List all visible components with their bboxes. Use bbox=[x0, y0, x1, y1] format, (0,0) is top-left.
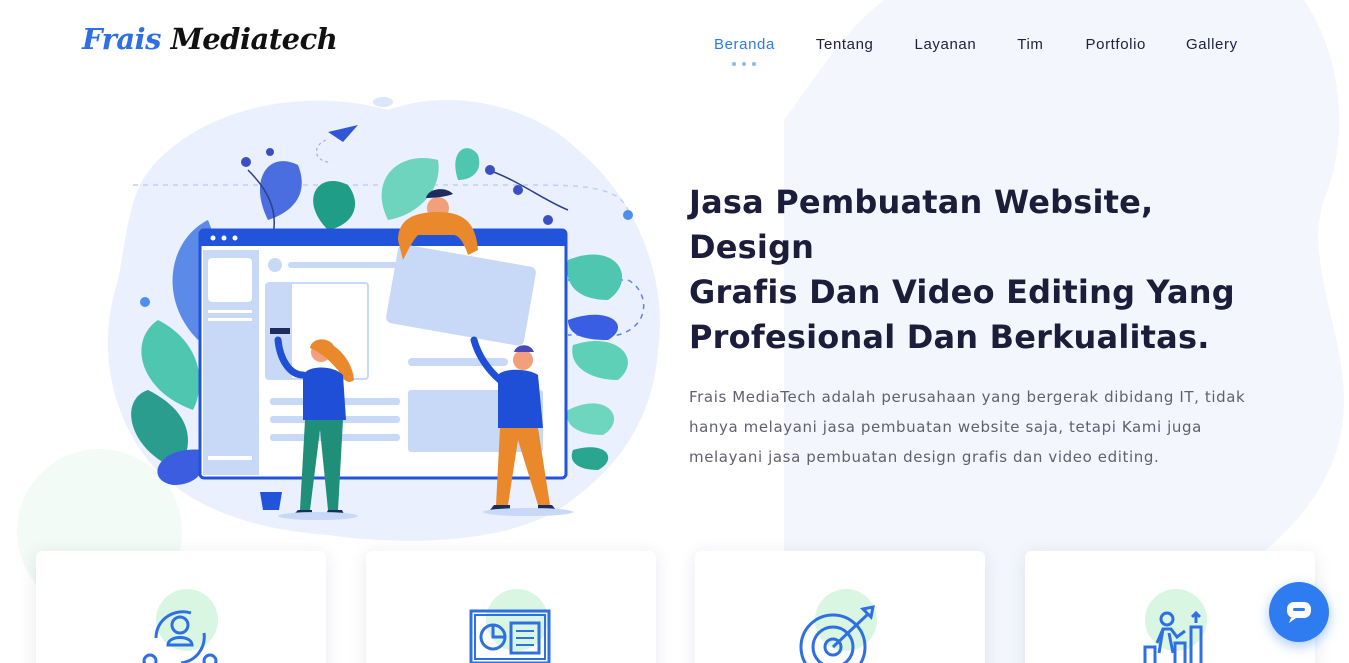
nav-label: Gallery bbox=[1185, 36, 1238, 53]
service-cards bbox=[0, 551, 1349, 663]
hero-title-line: Grafis Dan Video Editing Yang bbox=[689, 273, 1235, 311]
deco-dot bbox=[140, 297, 150, 307]
nav-label: Portfolio bbox=[1085, 36, 1146, 53]
nav-label: Layanan bbox=[914, 36, 977, 53]
deco-dot bbox=[623, 210, 633, 220]
nav-item-layanan[interactable]: Layanan bbox=[915, 36, 977, 53]
nav-item-tentang[interactable]: Tentang bbox=[816, 36, 874, 53]
service-card[interactable] bbox=[695, 551, 985, 663]
hero-illustration bbox=[108, 97, 660, 541]
nav-item-gallery[interactable]: Gallery bbox=[1186, 36, 1238, 53]
brand-logo[interactable]: Frais Mediatech bbox=[82, 22, 338, 56]
hero-title-line: Profesional Dan Berkualitas. bbox=[689, 318, 1210, 356]
target-icon bbox=[799, 605, 875, 663]
logo-part-mediatech: Mediatech bbox=[170, 22, 338, 56]
hero-title: Jasa Pembuatan Website, Design Grafis Da… bbox=[689, 180, 1279, 360]
deco-dot bbox=[373, 97, 393, 107]
nav-item-portfolio[interactable]: Portfolio bbox=[1086, 36, 1146, 53]
hero-title-line: Jasa Pembuatan Website, Design bbox=[689, 183, 1154, 266]
nav-label: Beranda bbox=[714, 36, 775, 53]
logo-part-frais: Frais bbox=[82, 22, 162, 56]
main-navigation: Beranda Tentang Layanan Tim Portfolio Ga… bbox=[714, 36, 1238, 66]
hero-section: Jasa Pembuatan Website, Design Grafis Da… bbox=[689, 180, 1279, 472]
chat-widget-button[interactable] bbox=[1269, 582, 1329, 642]
nav-label: Tentang bbox=[815, 36, 874, 53]
nav-item-tim[interactable]: Tim bbox=[1017, 36, 1043, 53]
nav-item-beranda[interactable]: Beranda bbox=[714, 36, 775, 66]
hero-description: Frais MediaTech adalah perusahaan yang b… bbox=[689, 388, 1246, 466]
service-card[interactable] bbox=[366, 551, 656, 663]
service-card[interactable] bbox=[36, 551, 326, 663]
site-header: Frais Mediatech Beranda Tentang Layanan … bbox=[0, 0, 1349, 90]
paint-bucket bbox=[260, 492, 282, 510]
chat-bubble-icon bbox=[1287, 602, 1311, 623]
active-indicator-dots bbox=[732, 62, 757, 66]
presentation-icon bbox=[469, 609, 551, 663]
growth-chart-icon bbox=[1143, 610, 1203, 663]
user-cycle-icon bbox=[142, 610, 218, 663]
nav-label: Tim bbox=[1017, 36, 1044, 53]
